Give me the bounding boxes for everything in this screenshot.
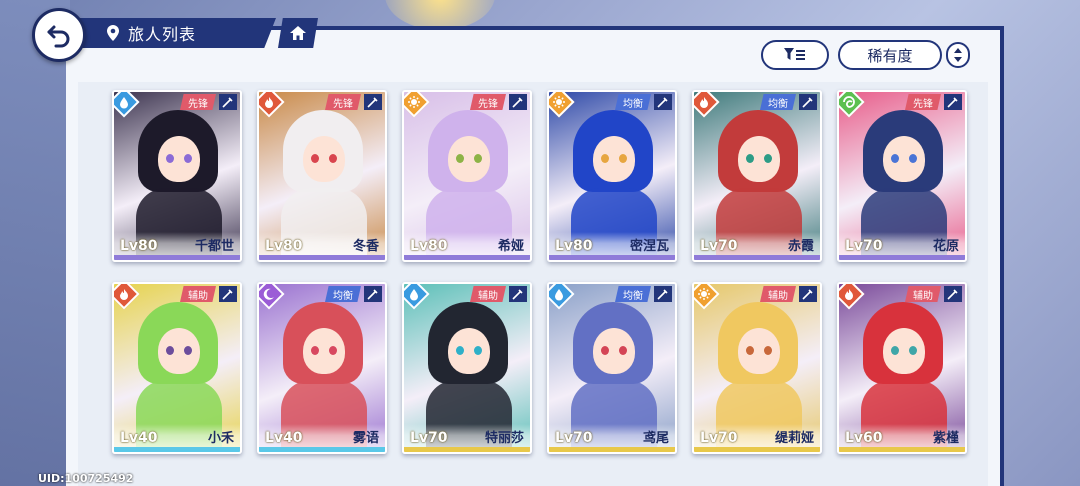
filter-icon [784, 48, 805, 60]
weapon-type-icon [219, 94, 237, 110]
home-icon [290, 26, 306, 40]
level-label: Lv70 [700, 238, 738, 254]
character-card[interactable]: 均衡 Lv40 雾语 [257, 282, 387, 454]
character-name: 赤霞 [787, 239, 814, 254]
rarity-stripe [839, 447, 965, 452]
rarity-stripe [549, 255, 675, 260]
level-label: Lv70 [845, 238, 883, 254]
character-card[interactable]: 辅助 Lv60 紫槿 [837, 282, 967, 454]
character-name: 花原 [932, 239, 959, 254]
character-name: 特丽莎 [484, 431, 524, 446]
level-label: Lv80 [410, 238, 448, 254]
weapon-type-icon [364, 286, 382, 302]
level-label: Lv40 [265, 430, 303, 446]
page-title: 旅人列表 [128, 25, 197, 44]
character-card[interactable]: 先锋 Lv70 花原 [837, 90, 967, 262]
role-tag: 均衡 [325, 286, 361, 302]
character-name: 小禾 [207, 431, 234, 446]
rarity-stripe [549, 447, 675, 452]
weapon-type-icon [654, 94, 672, 110]
role-tag: 先锋 [180, 94, 216, 110]
character-card[interactable]: 均衡 Lv70 鸢尾 [547, 282, 677, 454]
level-label: Lv60 [845, 430, 883, 446]
weapon-type-icon [509, 94, 527, 110]
level-label: Lv70 [555, 430, 593, 446]
character-name: 紫槿 [932, 431, 959, 446]
character-card[interactable]: 均衡 Lv70 赤霞 [692, 90, 822, 262]
filter-button[interactable] [761, 40, 829, 70]
role-tag: 先锋 [470, 94, 506, 110]
level-label: Lv40 [120, 430, 158, 446]
sort-rarity-button[interactable]: 稀有度 [838, 40, 942, 70]
level-label: Lv70 [700, 430, 738, 446]
level-label: Lv80 [120, 238, 158, 254]
weapon-type-icon [364, 94, 382, 110]
character-card[interactable]: 辅助 Lv70 特丽莎 [402, 282, 532, 454]
role-tag: 辅助 [760, 286, 796, 302]
role-tag: 均衡 [615, 286, 651, 302]
role-tag: 辅助 [905, 286, 941, 302]
sort-label: 稀有度 [867, 46, 913, 65]
character-card[interactable]: 先锋 Lv80 冬香 [257, 90, 387, 262]
location-pin-icon [107, 25, 119, 41]
sort-order-icon [954, 48, 962, 62]
weapon-type-icon [799, 94, 817, 110]
rarity-stripe [694, 447, 820, 452]
weapon-type-icon [944, 286, 962, 302]
rarity-stripe [404, 447, 530, 452]
character-card[interactable]: 均衡 Lv80 密涅瓦 [547, 90, 677, 262]
character-name: 希娅 [497, 239, 524, 254]
rarity-stripe [404, 255, 530, 260]
uid-label: UID:100725492 [38, 472, 134, 485]
weapon-type-icon [654, 286, 672, 302]
character-name: 冬香 [352, 239, 379, 254]
rarity-stripe [114, 447, 240, 452]
weapon-type-icon [944, 94, 962, 110]
back-button[interactable] [32, 8, 86, 62]
character-name: 密涅瓦 [629, 239, 669, 254]
character-name: 千都世 [194, 239, 234, 254]
rarity-stripe [259, 255, 385, 260]
rarity-stripe [694, 255, 820, 260]
character-name: 雾语 [352, 431, 379, 446]
role-tag: 辅助 [180, 286, 216, 302]
sort-order-toggle[interactable] [946, 42, 970, 68]
role-tag: 均衡 [760, 94, 796, 110]
character-card[interactable]: 辅助 Lv40 小禾 [112, 282, 242, 454]
role-tag: 均衡 [615, 94, 651, 110]
character-card[interactable]: 先锋 Lv80 希娅 [402, 90, 532, 262]
character-card[interactable]: 先锋 Lv80 千都世 [112, 90, 242, 262]
character-name: 缇莉娅 [774, 431, 814, 446]
background-pillar [0, 0, 70, 486]
weapon-type-icon [509, 286, 527, 302]
weapon-type-icon [219, 286, 237, 302]
role-tag: 先锋 [325, 94, 361, 110]
back-arrow-icon [47, 25, 70, 48]
rarity-stripe [259, 447, 385, 452]
home-button[interactable] [278, 18, 318, 48]
rarity-stripe [114, 255, 240, 260]
character-name: 鸢尾 [642, 431, 669, 446]
level-label: Lv80 [265, 238, 303, 254]
level-label: Lv80 [555, 238, 593, 254]
role-tag: 辅助 [470, 286, 506, 302]
title-bar: 旅人列表 [80, 18, 276, 48]
rarity-stripe [839, 255, 965, 260]
level-label: Lv70 [410, 430, 448, 446]
character-card[interactable]: 辅助 Lv70 缇莉娅 [692, 282, 822, 454]
weapon-type-icon [799, 286, 817, 302]
role-tag: 先锋 [905, 94, 941, 110]
